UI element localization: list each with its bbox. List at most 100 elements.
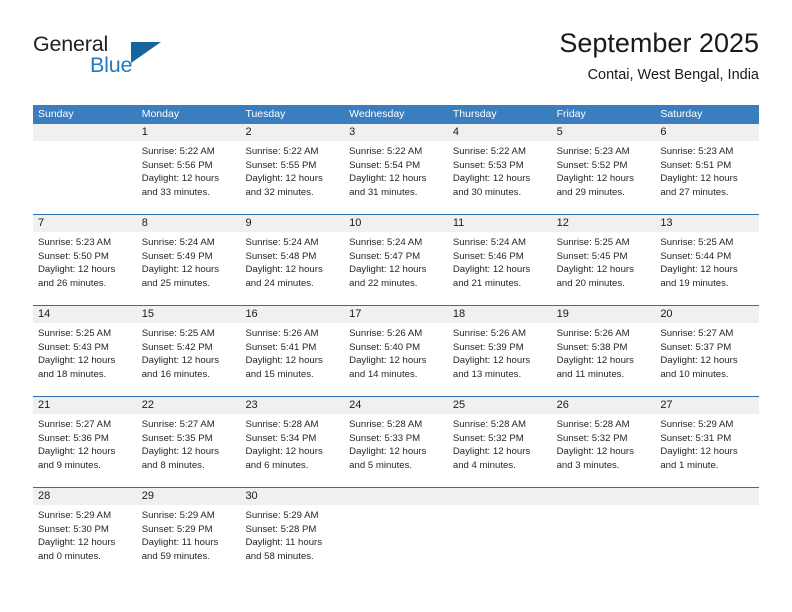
- calendar-day-cell[interactable]: 27 Sunrise: 5:29 AM Sunset: 5:31 PM Dayligh…: [655, 397, 760, 487]
- daylight-duration-line2: and 21 minutes.: [452, 277, 522, 289]
- daylight-duration-line1: Daylight: 12 hours: [141, 355, 220, 367]
- calendar-day-cell[interactable]: 22 Sunrise: 5:27 AM Sunset: 5:35 PM Dayligh…: [136, 397, 241, 487]
- day-sun-info: Sunrise: 5:25 AM Sunset: 5:45 PM Daylight:…: [552, 232, 656, 290]
- day-number: [447, 488, 552, 505]
- calendar-day-cell[interactable]: 1 Sunrise: 5:22 AM Sunset: 5:56 PM Daylight…: [136, 124, 241, 214]
- day-sun-info: Sunrise: 5:26 AM Sunset: 5:39 PM Daylight:…: [448, 323, 552, 381]
- sunset-time: Sunset: 5:49 PM: [141, 250, 213, 262]
- daylight-duration-line1: Daylight: 12 hours: [556, 355, 634, 367]
- daylight-duration-line1: Daylight: 12 hours: [245, 173, 323, 185]
- calendar-day-cell[interactable]: 2 Sunrise: 5:22 AM Sunset: 5:55 PM Daylight…: [240, 124, 345, 214]
- calendar-day-cell[interactable]: 3 Sunrise: 5:22 AM Sunset: 5:54 PM Daylight…: [344, 124, 448, 214]
- day-number: 18: [447, 306, 552, 323]
- calendar-day-cell[interactable]: 16 Sunrise: 5:26 AM Sunset: 5:41 PM Dayligh…: [240, 306, 345, 396]
- day-sun-info: Sunrise: 5:25 AM Sunset: 5:43 PM Daylight:…: [33, 323, 137, 381]
- sunrise-time: Sunrise: 5:29 AM: [38, 510, 112, 521]
- day-sun-info: Sunrise: 5:29 AM Sunset: 5:30 PM Daylight:…: [33, 505, 137, 563]
- day-number: 5: [551, 124, 656, 141]
- daylight-duration-line2: and 8 minutes.: [141, 459, 205, 471]
- calendar-day-cell[interactable]: 4 Sunrise: 5:22 AM Sunset: 5:53 PM Daylight…: [447, 124, 552, 214]
- sunset-time: Sunset: 5:55 PM: [245, 159, 317, 171]
- daylight-duration-line2: and 33 minutes.: [141, 186, 210, 198]
- calendar-day-cell[interactable]: 24 Sunrise: 5:28 AM Sunset: 5:33 PM Dayligh…: [344, 397, 448, 487]
- day-number: 7: [33, 215, 137, 232]
- sunset-time: Sunset: 5:36 PM: [38, 432, 109, 444]
- day-sun-info: Sunrise: 5:27 AM Sunset: 5:35 PM Daylight:…: [137, 414, 241, 472]
- calendar-day-cell[interactable]: 21 Sunrise: 5:27 AM Sunset: 5:36 PM Dayligh…: [33, 397, 137, 487]
- calendar-day-cell[interactable]: 5 Sunrise: 5:23 AM Sunset: 5:52 PM Daylight…: [551, 124, 656, 214]
- daylight-duration-line1: Daylight: 12 hours: [660, 355, 738, 367]
- calendar-week-cells: 7 Sunrise: 5:23 AM Sunset: 5:50 PM Daylight…: [33, 215, 760, 305]
- daylight-duration-line2: and 4 minutes.: [452, 459, 516, 471]
- calendar-day-cell-empty: [551, 488, 656, 578]
- location-subtitle: Contai, West Bengal, India: [587, 67, 759, 83]
- day-sun-info: Sunrise: 5:22 AM Sunset: 5:53 PM Daylight:…: [448, 141, 552, 199]
- page-header: General Blue September 2025 Contai, West…: [33, 26, 759, 98]
- daylight-duration-line2: and 9 minutes.: [38, 459, 101, 471]
- sunset-time: Sunset: 5:52 PM: [556, 159, 628, 171]
- daylight-duration-line2: and 32 minutes.: [245, 186, 314, 198]
- day-number: 29: [136, 488, 241, 505]
- daylight-duration-line2: and 6 minutes.: [245, 459, 309, 471]
- sunrise-time: Sunrise: 5:29 AM: [141, 510, 215, 521]
- calendar-day-cell[interactable]: 13 Sunrise: 5:25 AM Sunset: 5:44 PM Dayligh…: [655, 215, 760, 305]
- daylight-duration-line2: and 11 minutes.: [556, 368, 625, 380]
- calendar-day-cell[interactable]: 29 Sunrise: 5:29 AM Sunset: 5:29 PM Dayligh…: [136, 488, 241, 578]
- calendar-day-cell[interactable]: 28 Sunrise: 5:29 AM Sunset: 5:30 PM Dayligh…: [33, 488, 137, 578]
- calendar-day-cell[interactable]: 23 Sunrise: 5:28 AM Sunset: 5:34 PM Dayligh…: [240, 397, 345, 487]
- calendar-day-cell[interactable]: 11 Sunrise: 5:24 AM Sunset: 5:46 PM Dayligh…: [447, 215, 552, 305]
- sunrise-time: Sunrise: 5:26 AM: [245, 328, 319, 339]
- calendar-week-row: 1 Sunrise: 5:22 AM Sunset: 5:56 PM Daylight…: [33, 124, 760, 214]
- day-number: 10: [344, 215, 448, 232]
- day-number: 23: [240, 397, 345, 414]
- day-sun-info: Sunrise: 5:28 AM Sunset: 5:34 PM Daylight:…: [240, 414, 344, 472]
- calendar-day-cell[interactable]: 14 Sunrise: 5:25 AM Sunset: 5:43 PM Dayligh…: [33, 306, 137, 396]
- daylight-duration-line1: Daylight: 12 hours: [452, 264, 531, 276]
- calendar-day-cell[interactable]: 30 Sunrise: 5:29 AM Sunset: 5:28 PM Dayligh…: [240, 488, 345, 578]
- daylight-duration-line1: Daylight: 12 hours: [349, 446, 427, 458]
- day-number: 12: [551, 215, 656, 232]
- calendar-day-cell[interactable]: 17 Sunrise: 5:26 AM Sunset: 5:40 PM Dayligh…: [344, 306, 448, 396]
- weekday-header-sunday: Sunday: [38, 108, 74, 120]
- calendar-day-cell[interactable]: 6 Sunrise: 5:23 AM Sunset: 5:51 PM Daylight…: [655, 124, 760, 214]
- calendar-day-cell[interactable]: 8 Sunrise: 5:24 AM Sunset: 5:49 PM Daylight…: [136, 215, 241, 305]
- weekday-header-row: Sunday Monday Tuesday Wednesday Thursday…: [33, 105, 759, 124]
- day-sun-info: Sunrise: 5:28 AM Sunset: 5:33 PM Daylight:…: [344, 414, 448, 472]
- day-number: 15: [136, 306, 241, 323]
- daylight-duration-line1: Daylight: 12 hours: [141, 173, 220, 185]
- calendar-week-cells: 28 Sunrise: 5:29 AM Sunset: 5:30 PM Dayligh…: [33, 488, 760, 578]
- sunrise-time: Sunrise: 5:29 AM: [245, 510, 319, 521]
- sunset-time: Sunset: 5:47 PM: [349, 250, 421, 262]
- sunrise-time: Sunrise: 5:22 AM: [245, 146, 319, 157]
- day-number: 3: [344, 124, 448, 141]
- calendar-day-cell[interactable]: 26 Sunrise: 5:28 AM Sunset: 5:32 PM Dayligh…: [551, 397, 656, 487]
- day-sun-info: Sunrise: 5:23 AM Sunset: 5:50 PM Daylight:…: [33, 232, 137, 290]
- calendar-grid: Sunday Monday Tuesday Wednesday Thursday…: [33, 105, 760, 578]
- calendar-day-cell[interactable]: 9 Sunrise: 5:24 AM Sunset: 5:48 PM Daylight…: [240, 215, 345, 305]
- calendar-day-cell[interactable]: 19 Sunrise: 5:26 AM Sunset: 5:38 PM Dayligh…: [551, 306, 656, 396]
- calendar-day-cell[interactable]: 20 Sunrise: 5:27 AM Sunset: 5:37 PM Dayligh…: [655, 306, 760, 396]
- sunrise-time: Sunrise: 5:25 AM: [141, 328, 215, 339]
- calendar-day-cell[interactable]: 12 Sunrise: 5:25 AM Sunset: 5:45 PM Dayligh…: [551, 215, 656, 305]
- calendar-day-cell[interactable]: 7 Sunrise: 5:23 AM Sunset: 5:50 PM Daylight…: [33, 215, 137, 305]
- daylight-duration-line2: and 3 minutes.: [556, 459, 620, 471]
- daylight-duration-line2: and 1 minute.: [660, 459, 719, 471]
- sunrise-time: Sunrise: 5:27 AM: [141, 419, 215, 430]
- day-number: 4: [447, 124, 552, 141]
- general-blue-logo[interactable]: General Blue: [33, 32, 233, 90]
- daylight-duration-line1: Daylight: 12 hours: [38, 264, 116, 276]
- daylight-duration-line1: Daylight: 12 hours: [141, 264, 220, 276]
- daylight-duration-line1: Daylight: 12 hours: [452, 355, 531, 367]
- calendar-day-cell[interactable]: 15 Sunrise: 5:25 AM Sunset: 5:42 PM Dayligh…: [136, 306, 241, 396]
- day-number: 19: [551, 306, 656, 323]
- sunset-time: Sunset: 5:37 PM: [660, 341, 732, 353]
- sunrise-time: Sunrise: 5:23 AM: [660, 146, 734, 157]
- calendar-day-cell-empty: [344, 488, 448, 578]
- title-block: September 2025 Contai, West Bengal, Indi…: [559, 26, 759, 86]
- daylight-duration-line1: Daylight: 11 hours: [245, 537, 323, 549]
- daylight-duration-line2: and 31 minutes.: [349, 186, 418, 198]
- calendar-day-cell[interactable]: 10 Sunrise: 5:24 AM Sunset: 5:47 PM Dayligh…: [344, 215, 448, 305]
- sunrise-time: Sunrise: 5:26 AM: [556, 328, 630, 339]
- calendar-day-cell[interactable]: 18 Sunrise: 5:26 AM Sunset: 5:39 PM Dayligh…: [447, 306, 552, 396]
- calendar-day-cell[interactable]: 25 Sunrise: 5:28 AM Sunset: 5:32 PM Dayligh…: [447, 397, 552, 487]
